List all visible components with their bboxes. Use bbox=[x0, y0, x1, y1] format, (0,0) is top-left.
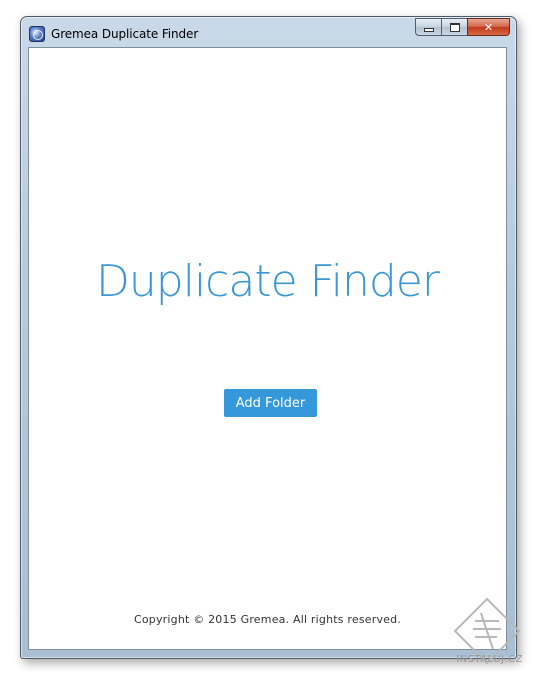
watermark-text: INSTALUJ.CZ bbox=[456, 654, 523, 665]
page-title: Duplicate Finder bbox=[96, 256, 440, 307]
title-bar[interactable]: Gremea Duplicate Finder ✕ bbox=[21, 17, 516, 47]
add-folder-button[interactable]: Add Folder bbox=[224, 389, 317, 417]
copyright-text: Copyright © 2015 Gremea. All rights rese… bbox=[133, 613, 402, 626]
maximize-icon bbox=[449, 22, 460, 32]
minimize-button[interactable] bbox=[415, 18, 441, 36]
close-icon: ✕ bbox=[483, 20, 494, 34]
close-button[interactable]: ✕ bbox=[467, 18, 510, 36]
minimize-icon bbox=[423, 27, 434, 32]
maximize-button[interactable] bbox=[441, 18, 467, 36]
main-content: Duplicate Finder Add Folder Copyright © … bbox=[28, 47, 507, 650]
app-window: Gremea Duplicate Finder ✕ Duplicate Find… bbox=[20, 16, 517, 659]
window-title: Gremea Duplicate Finder bbox=[51, 27, 199, 41]
caption-buttons: ✕ bbox=[415, 18, 510, 37]
app-icon[interactable] bbox=[29, 26, 45, 42]
